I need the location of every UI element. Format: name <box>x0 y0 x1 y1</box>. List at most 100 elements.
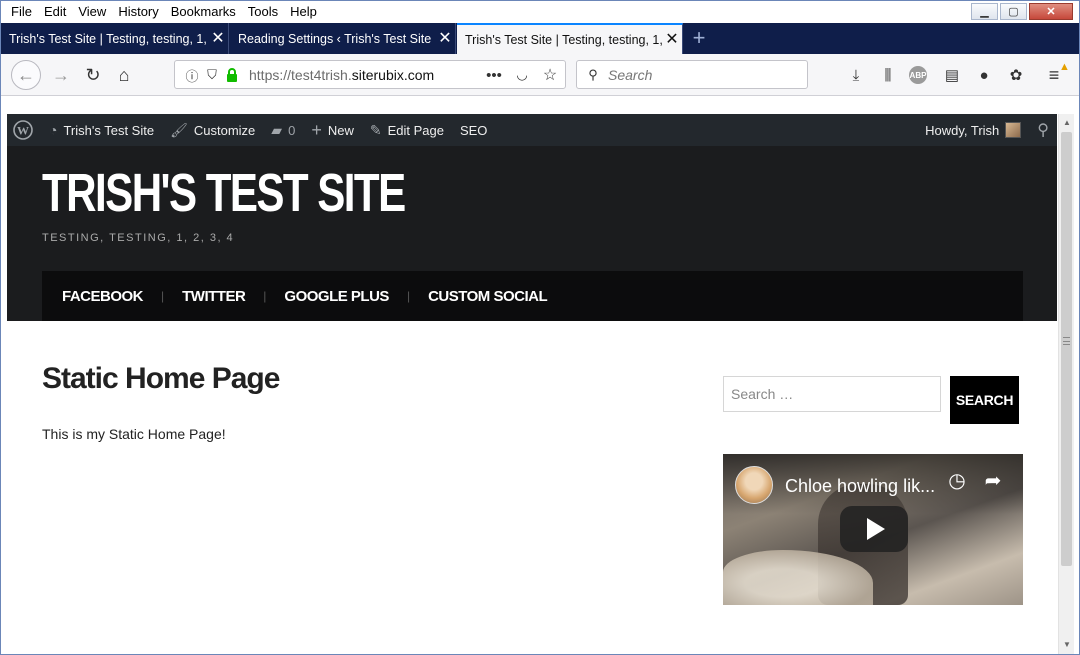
wordpress-icon: W <box>13 120 33 140</box>
menu-bar: File Edit View History Bookmarks Tools H… <box>1 1 1079 23</box>
back-button[interactable]: ← <box>11 60 41 90</box>
page-viewport: W ◔ Trish's Test Site 🖌 Customize ▰ 0 + … <box>7 114 1057 654</box>
url-prefix: https://test4trish. <box>249 67 352 83</box>
site-header: TRISH'S TEST SITE TESTING, TESTING, 1, 2… <box>7 146 1057 321</box>
menu-history[interactable]: History <box>112 1 164 23</box>
tracking-shield-icon[interactable]: ⛉ <box>203 66 221 84</box>
search-icon: ⚲ <box>588 67 598 82</box>
pencil-icon: ✎ <box>369 121 382 138</box>
search-placeholder: Search <box>608 67 653 83</box>
maximize-button[interactable]: ▢ <box>1000 3 1027 20</box>
library-icon[interactable]: ⫼ <box>877 64 899 86</box>
page-scrollbar[interactable]: ▲ ▼ <box>1058 114 1074 654</box>
nav-link-twitter[interactable]: TWITTER <box>182 288 246 305</box>
menu-bookmarks[interactable]: Bookmarks <box>165 1 242 23</box>
new-label: New <box>327 122 354 138</box>
nav-link-facebook[interactable]: FACEBOOK <box>62 288 144 305</box>
admin-customize[interactable]: 🖌 Customize <box>162 114 263 146</box>
menu-file[interactable]: File <box>5 1 38 23</box>
sidebar-search-placeholder: Search … <box>731 386 794 402</box>
nav-link-custom-social[interactable]: CUSTOM SOCIAL <box>428 288 548 305</box>
home-button[interactable]: ⌂ <box>109 60 139 90</box>
page-actions-icon[interactable]: ••• <box>485 66 503 84</box>
site-name-label: Trish's Test Site <box>63 122 155 138</box>
url-domain: siterubix.com <box>351 67 435 83</box>
tab-2[interactable]: Reading Settings ‹ Trish's Test Site - ✕ <box>230 23 456 54</box>
nav-separator: | <box>161 289 165 303</box>
sidebar-icon[interactable]: ▤ <box>941 64 963 86</box>
admin-seo[interactable]: SEO <box>452 114 495 146</box>
watch-later-icon[interactable]: ◷ <box>945 468 969 492</box>
tab-title: Trish's Test Site | Testing, testing, 1, <box>465 32 662 47</box>
tab-bar: Trish's Test Site | Testing, testing, 1,… <box>1 23 1079 54</box>
menu-tools[interactable]: Tools <box>242 1 284 23</box>
channel-avatar[interactable] <box>735 466 773 504</box>
search-bar[interactable]: ⚲ Search <box>576 60 808 89</box>
site-nav: FACEBOOK | TWITTER | GOOGLE PLUS | CUSTO… <box>42 271 1023 321</box>
dashboard-icon: ◔ <box>49 122 58 138</box>
extension-icon[interactable]: ● <box>973 64 995 86</box>
tab-close-icon[interactable]: ✕ <box>208 30 228 47</box>
download-icon[interactable]: ⤓ <box>845 64 867 86</box>
nav-separator: | <box>263 289 267 303</box>
admin-site-name[interactable]: ◔ Trish's Test Site <box>41 114 162 146</box>
menu-help[interactable]: Help <box>284 1 323 23</box>
wp-admin-bar: W ◔ Trish's Test Site 🖌 Customize ▰ 0 + … <box>7 114 1057 146</box>
seoquake-icon[interactable]: ✿ <box>1005 64 1027 86</box>
brush-icon: 🖌 <box>170 121 188 138</box>
tab-1[interactable]: Trish's Test Site | Testing, testing, 1,… <box>1 23 229 54</box>
avatar <box>1005 122 1022 138</box>
tab-close-icon[interactable]: ✕ <box>435 30 455 47</box>
tab-3-active[interactable]: Trish's Test Site | Testing, testing, 1,… <box>457 23 683 54</box>
admin-bar-right: Howdy, Trish ⚲ <box>917 114 1057 146</box>
sidebar-search-input[interactable]: Search … <box>723 376 941 412</box>
tab-title: Reading Settings ‹ Trish's Test Site - <box>238 31 435 46</box>
update-warning-icon: ▲ <box>1059 61 1070 73</box>
tab-close-icon[interactable]: ✕ <box>662 31 682 48</box>
reload-button[interactable]: ↻ <box>78 60 108 90</box>
scroll-up-icon[interactable]: ▲ <box>1059 114 1075 130</box>
video-embed[interactable]: Chloe howling lik... ◷ ➦ <box>723 454 1023 605</box>
pocket-icon[interactable]: ◡ <box>513 66 531 84</box>
nav-toolbar: ← → ↻ ⌂ ⓘ ⛉ https://test4trish.siterubix… <box>1 54 1079 96</box>
admin-comments[interactable]: ▰ 0 <box>263 114 303 146</box>
greeting-label: Howdy, Trish <box>925 122 1000 138</box>
close-window-button[interactable]: ✕ <box>1029 3 1073 20</box>
wordpress-logo[interactable]: W <box>7 114 41 146</box>
admin-search[interactable]: ⚲ <box>1029 114 1057 146</box>
forward-button[interactable]: → <box>46 60 76 90</box>
share-icon[interactable]: ➦ <box>981 468 1005 492</box>
bookmark-star-icon[interactable]: ☆ <box>541 66 559 84</box>
admin-new[interactable]: + New <box>303 114 362 146</box>
video-title[interactable]: Chloe howling lik... <box>785 476 935 497</box>
minimize-button[interactable]: ▁ <box>971 3 998 20</box>
menu-view[interactable]: View <box>72 1 112 23</box>
nav-separator: | <box>406 289 411 303</box>
search-icon: ⚲ <box>1037 122 1049 139</box>
url-bar[interactable]: ⓘ ⛉ https://test4trish.siterubix.com •••… <box>174 60 566 89</box>
admin-account[interactable]: Howdy, Trish <box>917 114 1029 146</box>
window-controls: ▁ ▢ ✕ <box>971 3 1073 20</box>
play-button[interactable] <box>840 506 908 552</box>
url-text[interactable]: https://test4trish.siterubix.com <box>249 61 434 89</box>
comment-icon: ▰ <box>271 121 283 138</box>
site-tagline: TESTING, TESTING, 1, 2, 3, 4 <box>42 232 235 244</box>
scroll-thumb[interactable] <box>1061 132 1072 566</box>
scroll-down-icon[interactable]: ▼ <box>1059 636 1075 652</box>
admin-edit-page[interactable]: ✎ Edit Page <box>362 114 452 146</box>
new-tab-button[interactable]: + <box>689 25 709 51</box>
menu-edit[interactable]: Edit <box>38 1 72 23</box>
seo-label: SEO <box>459 122 488 138</box>
nav-link-google-plus[interactable]: GOOGLE PLUS <box>284 288 389 305</box>
page-title: Static Home Page <box>42 362 280 395</box>
plus-icon: + <box>311 119 322 140</box>
secure-lock-icon <box>223 66 241 84</box>
browser-window: File Edit View History Bookmarks Tools H… <box>0 0 1080 655</box>
info-icon[interactable]: ⓘ <box>183 66 201 84</box>
sidebar-search-button[interactable]: SEARCH <box>950 376 1019 424</box>
adblock-icon[interactable]: ABP <box>909 66 927 84</box>
site-title[interactable]: TRISH'S TEST SITE <box>42 162 406 224</box>
page-body-text: This is my Static Home Page! <box>42 426 226 442</box>
tab-title: Trish's Test Site | Testing, testing, 1, <box>9 31 207 46</box>
scroll-grip-icon <box>1063 337 1070 345</box>
